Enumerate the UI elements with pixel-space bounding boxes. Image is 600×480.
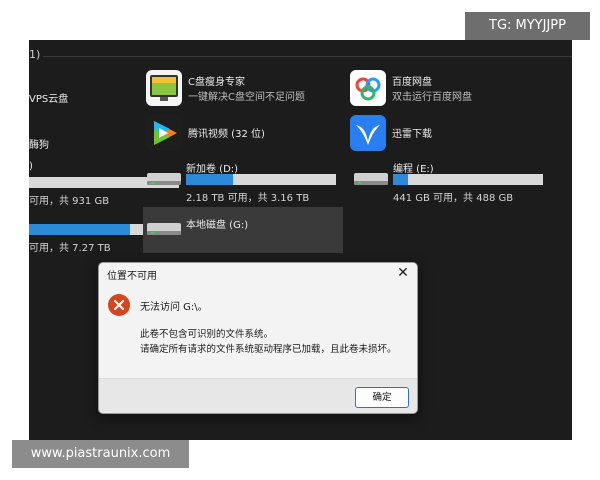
drive-usage-bar — [186, 174, 336, 185]
app-tencent-video[interactable]: 腾讯视频 (32 位) — [146, 115, 326, 159]
drive-free-space: 可用，共 931 GB — [29, 196, 110, 207]
drive-free-space: 2.18 TB 可用，共 3.16 TB — [186, 193, 310, 204]
dialog-footer: 确定 — [99, 378, 417, 413]
app-subtitle: 双击运行百度网盘 — [392, 92, 472, 103]
drive-g[interactable]: 本地磁盘 (G:) — [143, 207, 343, 253]
group-header: 1) — [29, 48, 41, 61]
watermark-tag: TG: MYYJJPP — [465, 12, 590, 40]
drive-usage-fill — [29, 224, 130, 235]
partial-wps-label[interactable]: VPS云盘 — [29, 90, 68, 105]
drive-e[interactable]: 编程 (E:) 441 GB 可用，共 488 GB — [350, 160, 550, 210]
drive-free-space: 441 GB 可用，共 488 GB — [393, 193, 514, 204]
dialog-title: 位置不可用 — [107, 271, 157, 282]
app-baidu-netdisk[interactable]: 百度网盘 双击运行百度网盘 — [350, 70, 530, 114]
drive-usage-bar — [393, 174, 543, 185]
drive-name: 本地磁盘 (G:) — [186, 220, 249, 231]
xunlei-icon — [350, 115, 386, 151]
dialog-message-main: 无法访问 G:\。 — [140, 302, 208, 313]
hard-drive-icon — [354, 173, 388, 185]
dialog-message-line2: 请确定所有请求的文件系统驱动程序已加载，且此卷未损坏。 — [140, 344, 397, 355]
c-drive-cleaner-icon — [146, 70, 182, 106]
drive-usage-fill — [393, 174, 408, 185]
hard-drive-icon — [147, 223, 181, 235]
group-divider — [43, 56, 572, 57]
app-name: C盘瘦身专家 — [188, 77, 245, 88]
app-name: 百度网盘 — [392, 77, 432, 88]
error-dialog: 位置不可用 ✕ 无法访问 G:\。 此卷不包含可识别的文件系统。 请确定所有请求… — [98, 262, 418, 414]
app-xunlei[interactable]: 迅雷下载 — [350, 115, 530, 159]
app-c-drive-cleaner[interactable]: C盘瘦身专家 一键解决C盘空间不足问题 — [146, 70, 326, 114]
baidu-netdisk-icon — [350, 70, 386, 106]
drive-name: 新加卷 (D:) — [186, 164, 239, 175]
close-icon[interactable]: ✕ — [393, 264, 413, 282]
dialog-message-line1: 此卷不包含可识别的文件系统。 — [140, 329, 274, 340]
partial-app-label[interactable]: 酶狗 — [29, 136, 49, 151]
drive-name: 编程 (E:) — [393, 164, 434, 175]
error-icon — [108, 294, 130, 316]
tencent-video-icon — [146, 115, 182, 151]
watermark-url: www.piastraunix.com — [12, 440, 189, 468]
app-subtitle: 一键解决C盘空间不足问题 — [188, 92, 305, 103]
drive-free-space: 可用，共 7.27 TB — [29, 243, 111, 254]
ok-button[interactable]: 确定 — [355, 387, 409, 408]
drive-usage-fill — [186, 174, 233, 185]
app-name: 迅雷下载 — [392, 129, 432, 140]
dialog-titlebar[interactable]: 位置不可用 ✕ — [99, 263, 417, 283]
hard-drive-icon — [147, 173, 181, 185]
app-name: 腾讯视频 (32 位) — [188, 129, 265, 140]
drive-d[interactable]: 新加卷 (D:) 2.18 TB 可用，共 3.16 TB — [143, 160, 343, 210]
